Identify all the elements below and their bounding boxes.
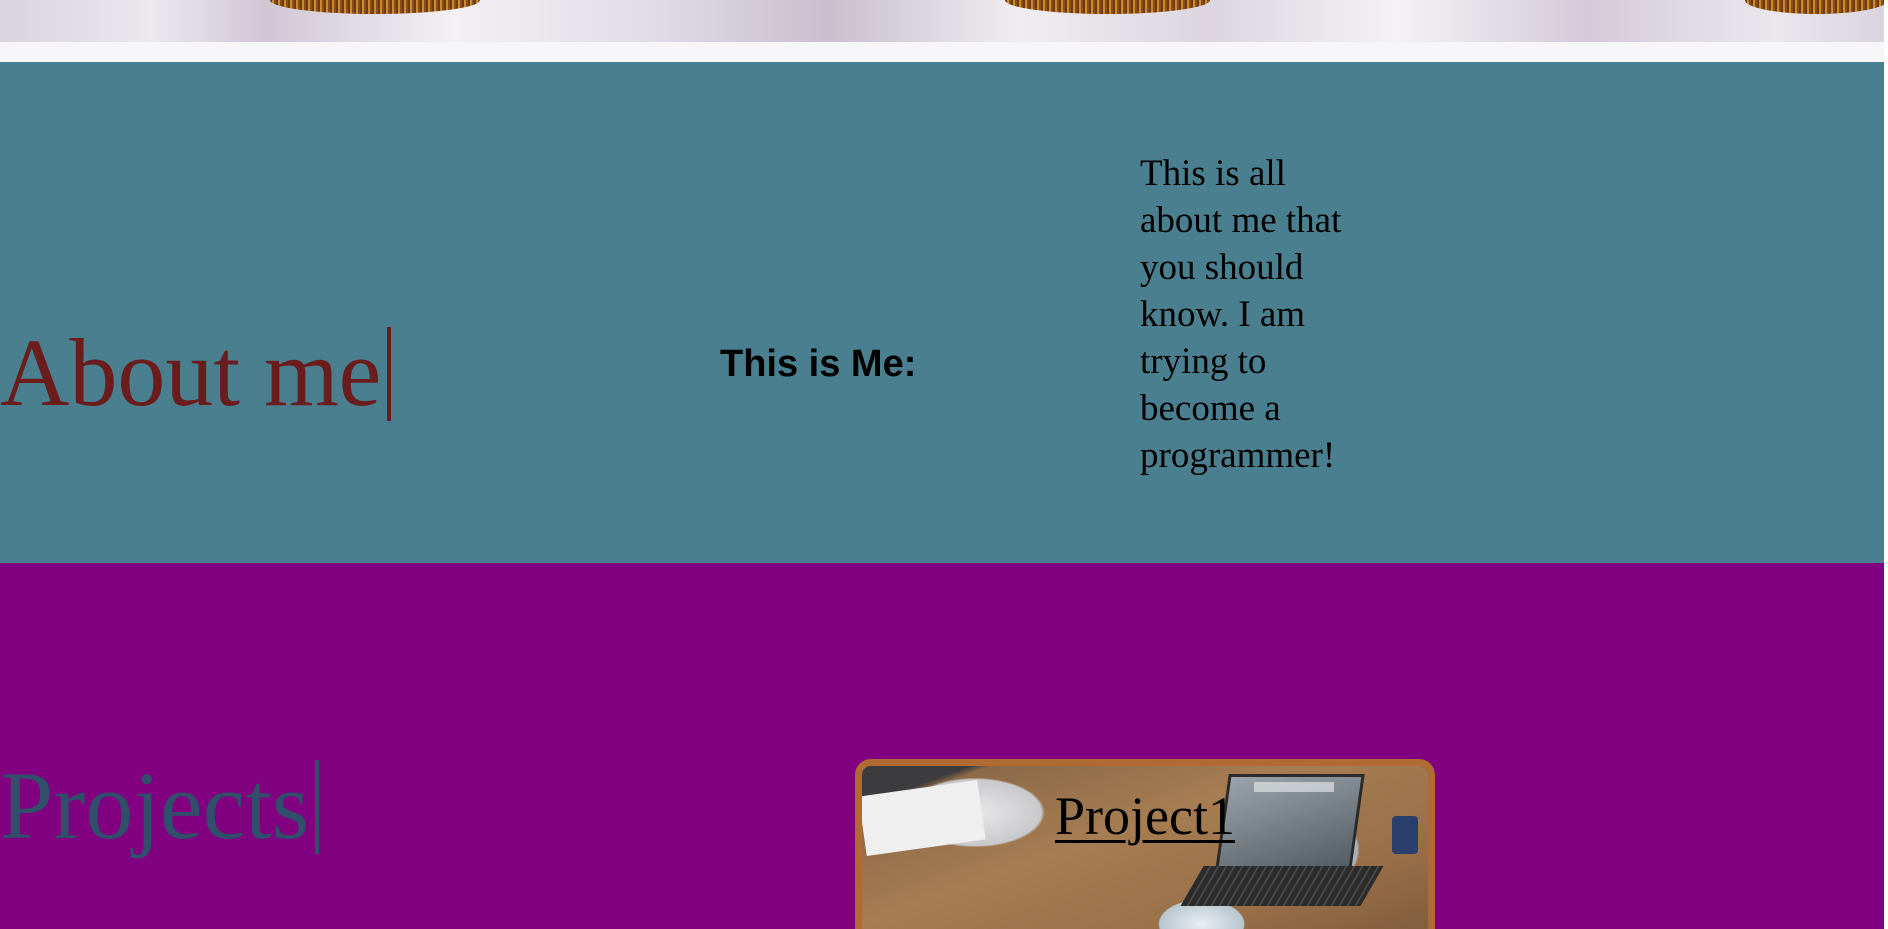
about-section: About me This is Me: This is all about m…	[0, 62, 1886, 563]
about-heading-text: About me	[0, 319, 382, 426]
about-subheading: This is Me:	[720, 343, 917, 385]
header-banner-image	[0, 0, 1888, 42]
project-link[interactable]: Project1	[862, 786, 1428, 846]
keyboard-graphic	[1180, 866, 1384, 906]
about-description: This is all about me that you should kno…	[1140, 153, 1342, 476]
page-edge	[1884, 0, 1888, 929]
typing-caret	[315, 760, 320, 854]
page: About me This is Me: This is all about m…	[0, 0, 1888, 929]
banner-coin-graphic	[1745, 0, 1888, 14]
projects-heading: Projects	[0, 751, 320, 861]
banner-coin-graphic	[270, 0, 480, 14]
project-card[interactable]: Project1	[855, 759, 1435, 929]
about-heading: About me	[0, 318, 392, 428]
projects-section: Projects Project1	[0, 563, 1886, 929]
typing-caret	[387, 327, 392, 421]
banner-coin-graphic	[1005, 0, 1210, 14]
banner-spacer	[0, 42, 1888, 62]
projects-heading-text: Projects	[0, 752, 310, 859]
